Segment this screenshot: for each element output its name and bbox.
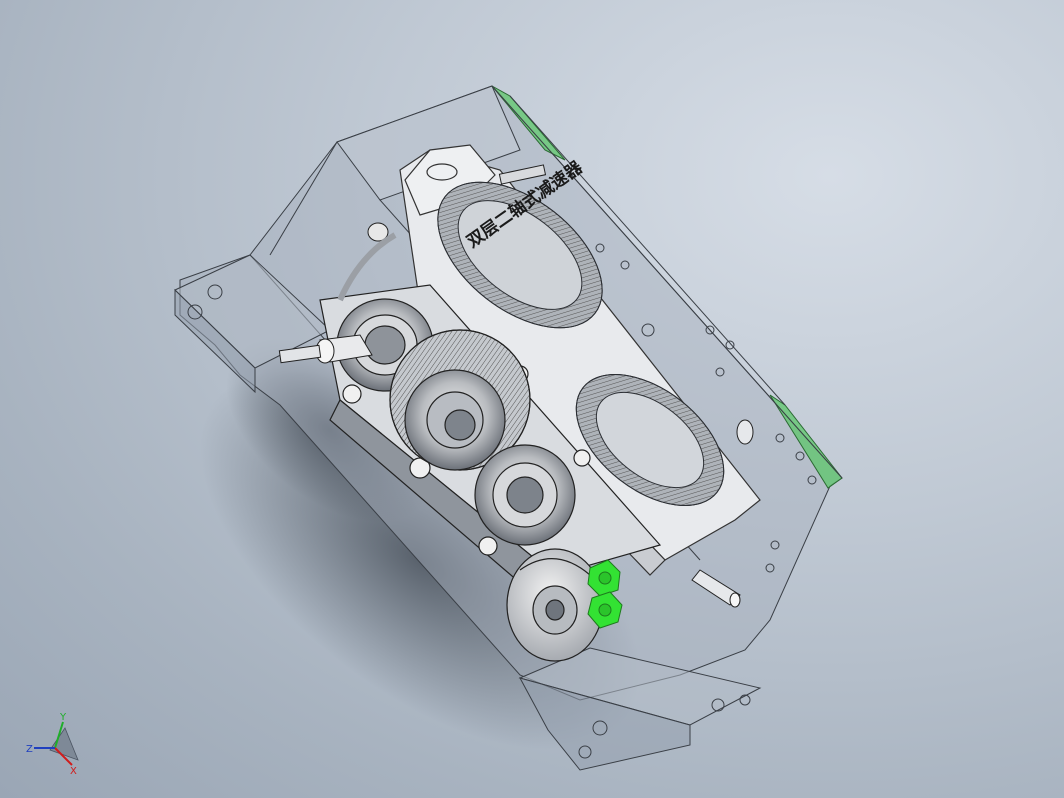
- output-coupling[interactable]: [506, 548, 604, 662]
- gearbox-model[interactable]: 双层二轴式减速器 Y X Z: [0, 0, 1064, 798]
- triad-x-label: X: [70, 766, 77, 777]
- triad-y-label: Y: [59, 712, 67, 723]
- triad-z-label: Z: [26, 744, 33, 755]
- coordinate-triad: Y X Z: [26, 712, 79, 777]
- graphics-viewport[interactable]: 双层二轴式减速器 Y X Z: [0, 0, 1064, 798]
- lower-shaft-bearing[interactable]: [474, 444, 576, 546]
